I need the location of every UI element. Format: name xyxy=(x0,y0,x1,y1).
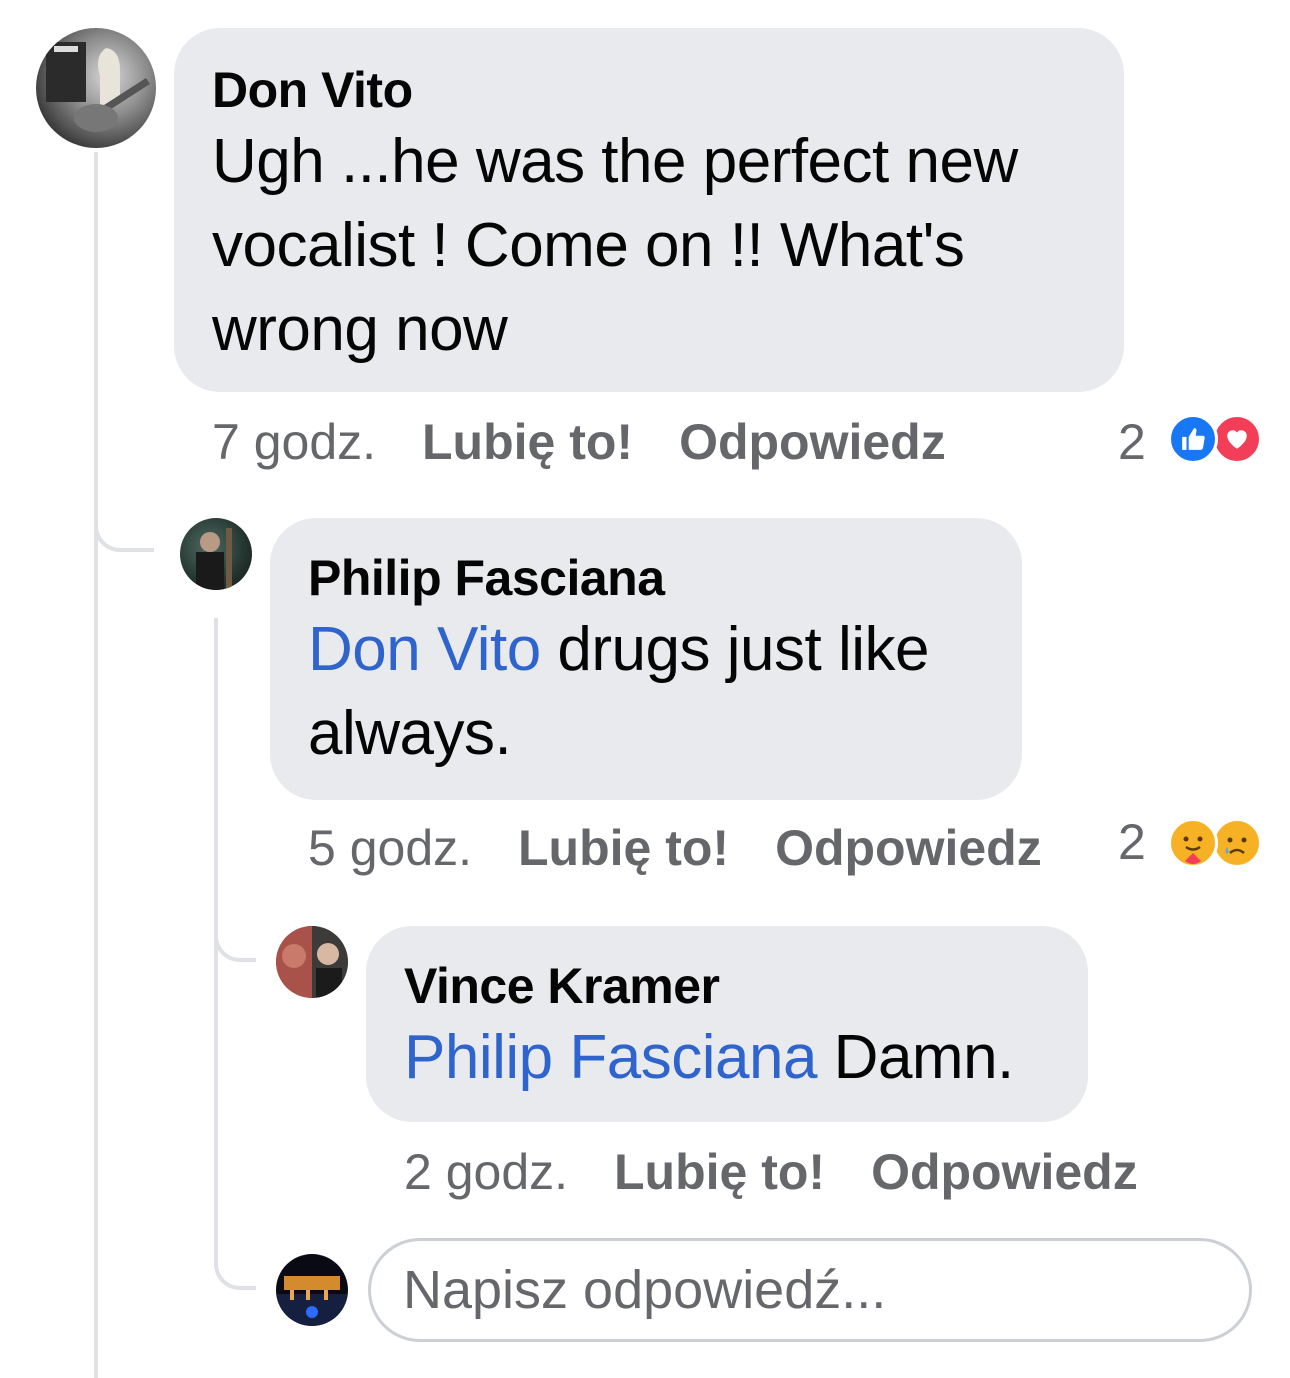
love-icon[interactable] xyxy=(1212,414,1262,464)
like-button[interactable]: Lubię to! xyxy=(614,1144,825,1200)
comment-meta-philip: 5 godz. Lubię to! Odpowiedz xyxy=(308,818,1042,878)
sad-icon[interactable] xyxy=(1212,818,1262,868)
reaction-count[interactable]: 2 xyxy=(1118,412,1146,472)
comment-author[interactable]: Don Vito xyxy=(212,60,1086,120)
comment-text: Ugh ...he was the perfect new vocalist !… xyxy=(212,127,1018,364)
comment-text: Damn. xyxy=(833,1023,1015,1092)
comment-timestamp[interactable]: 7 godz. xyxy=(212,414,376,470)
avatar-don-vito-image xyxy=(46,42,150,132)
comment-text-wrapper: Don Vito drugs just like always. xyxy=(308,608,998,776)
like-button[interactable]: Lubię to! xyxy=(518,820,729,876)
mention-link[interactable]: Don Vito xyxy=(308,615,541,684)
comment-meta-vince: 2 godz. Lubię to! Odpowiedz xyxy=(404,1142,1138,1202)
avatar-don-vito[interactable] xyxy=(36,28,156,148)
avatar-philip-image xyxy=(196,528,232,590)
like-button[interactable]: Lubię to! xyxy=(422,414,633,470)
avatar-current-user[interactable] xyxy=(276,1254,348,1326)
reply-button[interactable]: Odpowiedz xyxy=(775,820,1042,876)
thread-connector-vince xyxy=(214,900,256,962)
care-icon[interactable] xyxy=(1168,818,1218,868)
avatar-philip-fasciana[interactable] xyxy=(180,518,252,590)
comment-author[interactable]: Vince Kramer xyxy=(404,956,1050,1016)
thread-connector-reply xyxy=(214,1230,256,1290)
reply-button[interactable]: Odpowiedz xyxy=(871,1144,1138,1200)
reaction-count[interactable]: 2 xyxy=(1118,812,1146,872)
comment-bubble-don-vito: Don Vito Ugh ...he was the perfect new v… xyxy=(174,28,1124,392)
reply-input[interactable] xyxy=(368,1238,1252,1342)
comment-bubble-vince-kramer: Vince Kramer Philip Fasciana Damn. xyxy=(366,926,1088,1122)
comment-text-wrapper: Philip Fasciana Damn. xyxy=(404,1016,1064,1100)
avatar-vince-kramer[interactable] xyxy=(276,926,348,998)
comment-author[interactable]: Philip Fasciana xyxy=(308,548,984,608)
comment-timestamp[interactable]: 2 godz. xyxy=(404,1144,568,1200)
mention-link[interactable]: Philip Fasciana xyxy=(404,1023,817,1092)
avatar-vince-image xyxy=(276,926,348,998)
comment-meta-don-vito: 7 godz. Lubię to! Odpowiedz xyxy=(212,412,946,472)
avatar-current-user-image xyxy=(276,1276,348,1326)
comment-timestamp[interactable]: 5 godz. xyxy=(308,820,472,876)
like-icon[interactable] xyxy=(1168,414,1218,464)
thread-connector-philip xyxy=(94,470,154,552)
reply-button[interactable]: Odpowiedz xyxy=(679,414,946,470)
comment-bubble-philip-fasciana: Philip Fasciana Don Vito drugs just like… xyxy=(270,518,1022,800)
thread-line-main xyxy=(94,152,98,1378)
